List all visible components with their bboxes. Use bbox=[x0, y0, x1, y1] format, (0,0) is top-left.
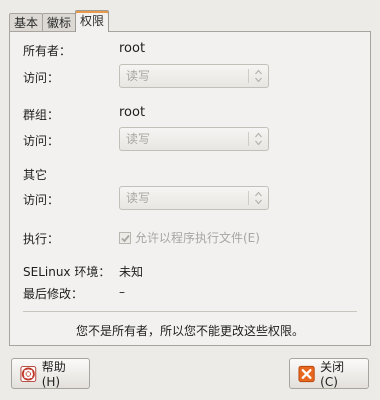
modified-row: 最后修改： bbox=[23, 285, 83, 302]
group-access-label: 访问： bbox=[23, 134, 60, 148]
permission-notice: 您不是所有者，所以您不能更改这些权限。 bbox=[75, 324, 304, 338]
modified-value: – bbox=[119, 285, 125, 299]
help-button-label: 帮助(H) bbox=[41, 360, 66, 389]
others-access-label: 访问： bbox=[23, 193, 60, 207]
others-access-row: 访问： bbox=[23, 191, 59, 208]
help-button[interactable]: 帮助(H) bbox=[11, 358, 90, 389]
owner-access-value: 读写 bbox=[126, 69, 151, 83]
combo-separator bbox=[248, 191, 249, 205]
owner-value: root bbox=[119, 41, 146, 56]
others-label: 其它 bbox=[23, 168, 48, 182]
owner-access-row: 访问： bbox=[23, 69, 59, 86]
close-button[interactable]: 关闭(C) bbox=[289, 358, 369, 389]
tab-permissions[interactable]: 权限 bbox=[75, 10, 110, 32]
tab-bar: 基本 徽标 权限 bbox=[9, 10, 110, 32]
selinux-value: 未知 bbox=[119, 265, 144, 279]
owner-row: 所有者： bbox=[23, 42, 71, 59]
execute-checkbox[interactable] bbox=[119, 231, 131, 244]
others-access-value: 读写 bbox=[126, 191, 151, 205]
updown-arrows-icon bbox=[255, 69, 262, 83]
updown-arrows-icon bbox=[255, 132, 262, 146]
divider bbox=[23, 311, 357, 312]
execute-checkbox-row[interactable]: 允许以程序执行文件(E) bbox=[119, 229, 260, 246]
group-access-row: 访问： bbox=[23, 132, 59, 149]
close-x-icon bbox=[298, 365, 315, 382]
tab-emblems[interactable]: 徽标 bbox=[42, 13, 77, 32]
permissions-panel: 所有者： root 访问： 读写 群组： root 访问： 读写 其它 访问： … bbox=[9, 31, 371, 346]
group-row: 群组： bbox=[23, 106, 59, 123]
combo-separator bbox=[248, 69, 249, 83]
group-access-value: 读写 bbox=[126, 132, 151, 146]
tab-basic[interactable]: 基本 bbox=[9, 13, 44, 32]
properties-dialog: 基本 徽标 权限 所有者： root 访问： 读写 群组： root 访问： 读… bbox=[0, 0, 380, 400]
owner-access-label: 访问： bbox=[23, 71, 60, 85]
execute-row: 执行： bbox=[23, 230, 59, 247]
modified-label: 最后修改： bbox=[23, 287, 84, 301]
others-access-combo[interactable]: 读写 bbox=[119, 186, 269, 210]
selinux-row: SELinux 环境： bbox=[23, 263, 110, 280]
selinux-label: SELinux 环境： bbox=[23, 265, 111, 279]
check-icon bbox=[121, 234, 130, 242]
owner-label: 所有者： bbox=[23, 44, 72, 58]
group-access-combo[interactable]: 读写 bbox=[119, 127, 269, 151]
lifebuoy-icon bbox=[20, 365, 37, 382]
group-value: root bbox=[119, 105, 146, 120]
group-label: 群组： bbox=[23, 108, 60, 122]
owner-access-combo[interactable]: 读写 bbox=[119, 64, 269, 88]
execute-label: 执行： bbox=[23, 232, 60, 246]
updown-arrows-icon bbox=[255, 191, 262, 205]
execute-checkbox-label: 允许以程序执行文件(E) bbox=[135, 231, 260, 245]
others-row: 其它 bbox=[23, 166, 47, 183]
close-button-label: 关闭(C) bbox=[320, 360, 345, 389]
combo-separator bbox=[248, 132, 249, 146]
